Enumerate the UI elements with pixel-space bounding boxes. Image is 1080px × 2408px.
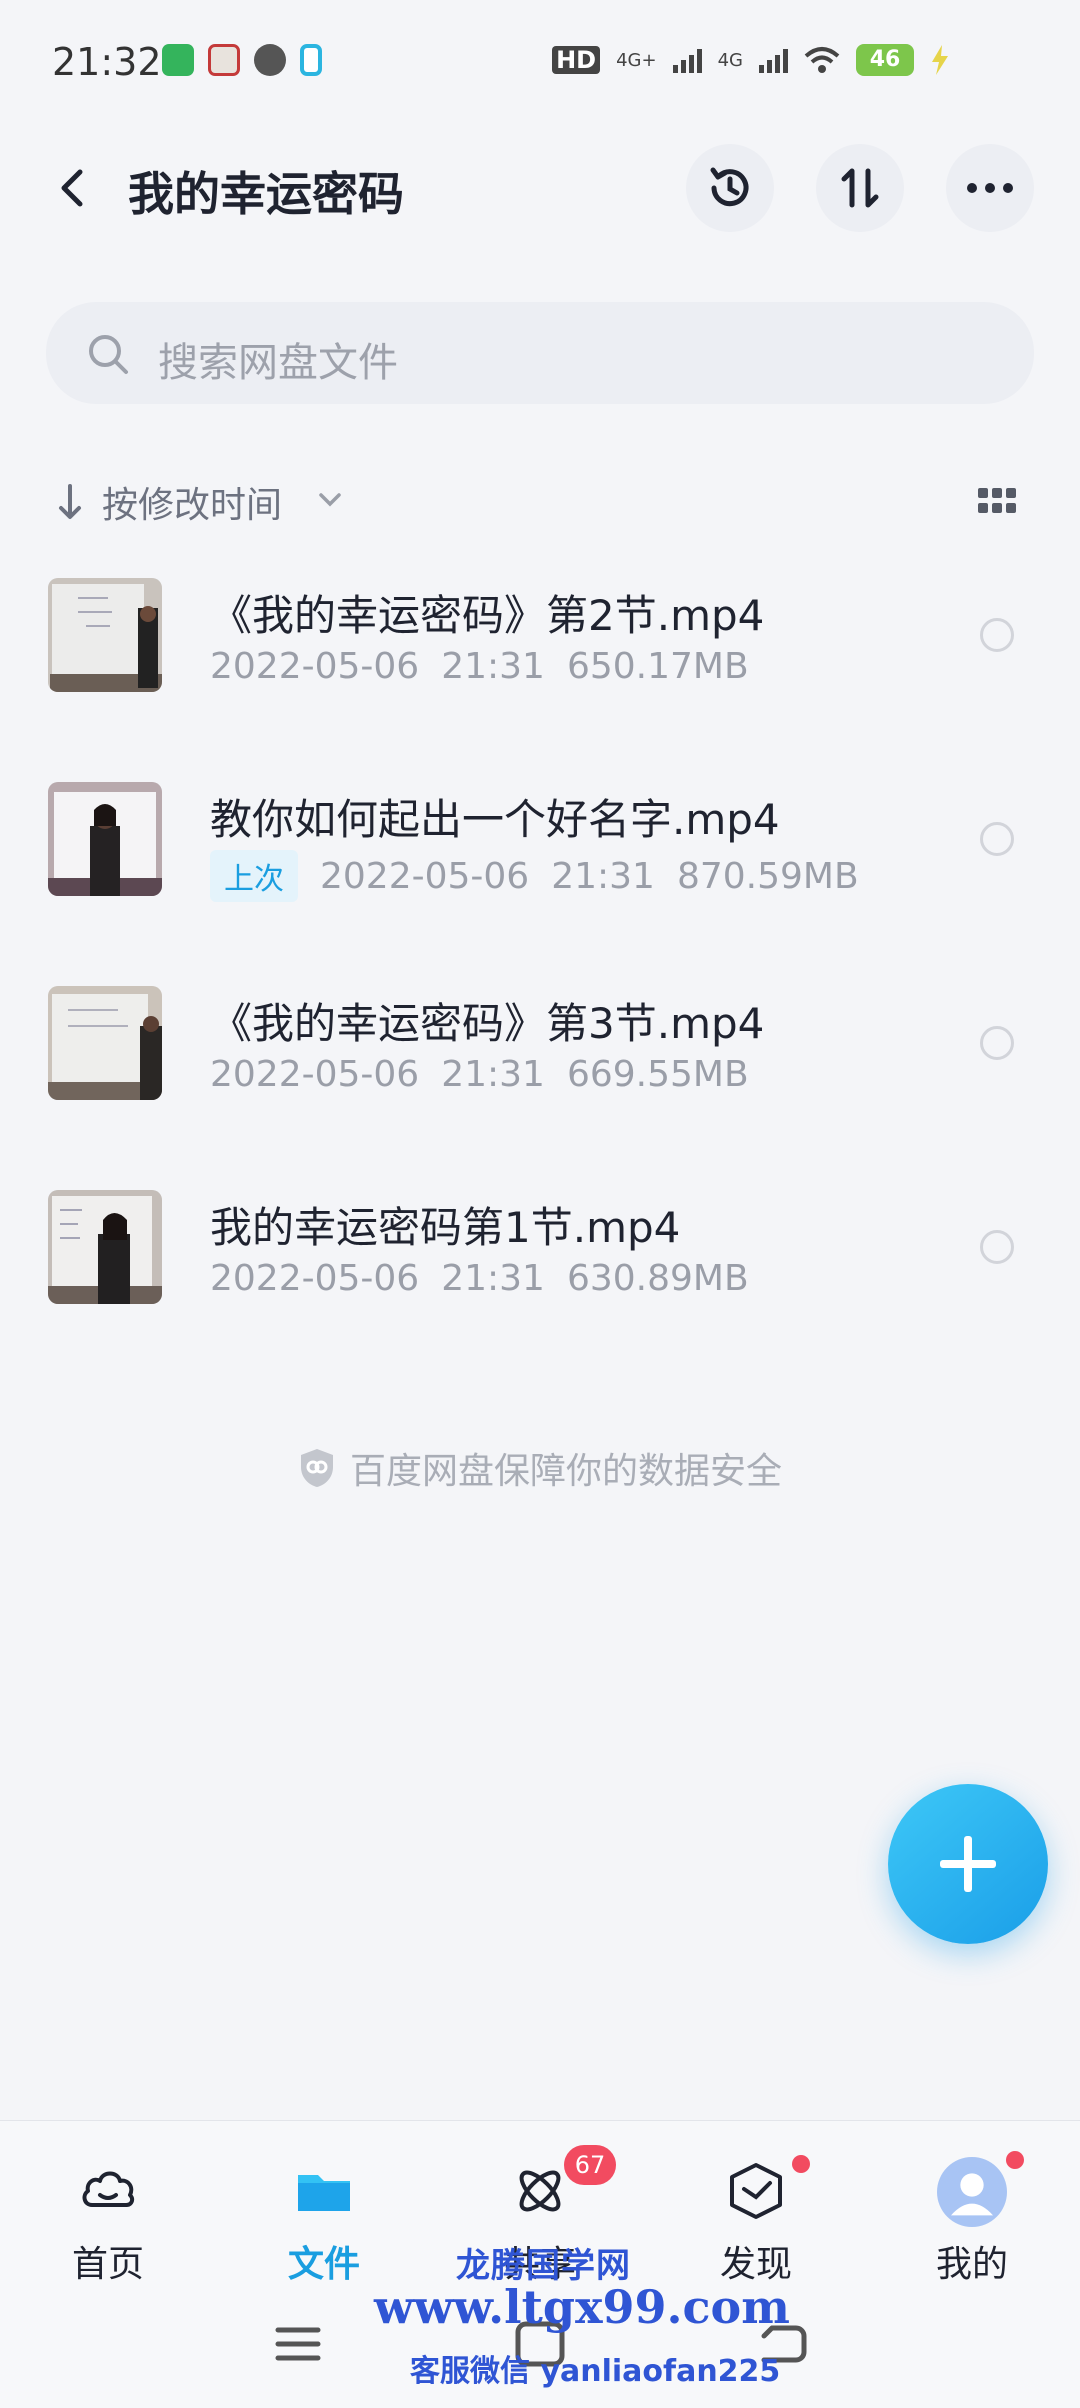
file-date: 2022-05-06 — [210, 1054, 420, 1095]
file-date: 2022-05-06 — [320, 855, 530, 897]
status-bar: 21:32 HD 4G+ 4G 46 — [0, 0, 1080, 120]
notification-count-badge: 67 — [564, 2145, 616, 2185]
app-notification-icon — [162, 44, 194, 76]
wifi-icon — [804, 47, 840, 73]
video-thumbnail — [48, 1190, 162, 1304]
list-item[interactable]: 《我的幸运密码》第2节.mp4 2022-05-06 21:31 650.17M… — [0, 578, 1080, 778]
safety-note: 百度网盘保障你的数据安全 — [0, 1442, 1080, 1494]
tab-me[interactable]: 我的 — [892, 2151, 1052, 2291]
discover-box-icon — [730, 2163, 782, 2219]
file-size: 870.59MB — [676, 855, 859, 897]
select-checkbox[interactable] — [980, 822, 1014, 856]
tab-files[interactable]: 文件 — [244, 2161, 404, 2291]
chevron-down-icon[interactable] — [318, 492, 342, 508]
file-size: 650.17MB — [566, 646, 749, 687]
file-time: 21:31 — [551, 855, 655, 897]
hd-label: HD — [552, 46, 601, 74]
status-time: 21:32 — [52, 40, 162, 84]
file-meta: 2022-05-06 21:31 650.17MB — [210, 646, 749, 687]
cloud-home-icon — [82, 2171, 135, 2207]
app-notification-icon — [300, 44, 322, 76]
list-item[interactable]: 教你如何起出一个好名字.mp4 上次 2022-05-06 21:31 870.… — [0, 782, 1080, 982]
network-4g-label: 4G — [717, 49, 743, 71]
video-thumbnail — [48, 578, 162, 692]
file-name: 教你如何起出一个好名字.mp4 — [210, 795, 780, 844]
recent-apps-icon[interactable] — [274, 2324, 322, 2364]
signal-icon — [672, 47, 702, 73]
status-app-icons — [162, 44, 322, 76]
share-atom-icon — [519, 2170, 561, 2212]
file-date: 2022-05-06 — [210, 1258, 420, 1299]
battery-indicator: 46 — [856, 44, 914, 76]
watermark-contact: 客服微信 yanliaofan225 — [410, 2354, 781, 2389]
history-button[interactable] — [686, 144, 774, 232]
file-time: 21:31 — [441, 646, 545, 687]
sort-row: 按修改时间 — [0, 470, 1080, 530]
file-name: 《我的幸运密码》第2节.mp4 — [210, 591, 765, 640]
app-notification-icon — [254, 44, 286, 76]
sort-order-button[interactable] — [816, 144, 904, 232]
folder-icon — [298, 2175, 350, 2211]
select-checkbox[interactable] — [980, 618, 1014, 652]
avatar-icon — [937, 2157, 1007, 2227]
list-item[interactable]: 《我的幸运密码》第3节.mp4 2022-05-06 21:31 669.55M… — [0, 986, 1080, 1186]
history-icon — [710, 167, 749, 207]
file-name: 《我的幸运密码》第3节.mp4 — [210, 999, 765, 1048]
charging-icon — [932, 45, 948, 75]
tab-home[interactable]: 首页 — [28, 2161, 188, 2291]
new-dot-badge — [1006, 2151, 1024, 2169]
file-time: 21:31 — [441, 1258, 545, 1299]
more-icon — [967, 183, 1013, 193]
new-dot-badge — [792, 2155, 810, 2173]
file-meta: 2022-05-06 21:31 669.55MB — [210, 1054, 749, 1095]
add-button[interactable] — [888, 1784, 1048, 1944]
file-meta: 上次 2022-05-06 21:31 870.59MB — [210, 850, 859, 902]
status-indicators: HD 4G+ 4G 46 — [552, 44, 950, 76]
search-input[interactable]: 搜索网盘文件 — [46, 302, 1034, 404]
last-viewed-badge: 上次 — [210, 850, 298, 902]
tab-home-label: 首页 — [71, 2244, 144, 2285]
network-4gplus-label: 4G+ — [616, 49, 657, 71]
page-title: 我的幸运密码 — [128, 167, 404, 221]
select-checkbox[interactable] — [980, 1026, 1014, 1060]
sort-label[interactable]: 按修改时间 — [102, 476, 282, 528]
signal-icon — [759, 47, 788, 73]
video-thumbnail — [48, 986, 162, 1100]
back-arrow-icon[interactable] — [50, 166, 94, 210]
grid-view-icon[interactable] — [978, 488, 1016, 514]
search-icon — [89, 335, 128, 374]
shield-icon — [300, 1449, 333, 1487]
file-size: 669.55MB — [566, 1054, 749, 1095]
page-header: 我的幸运密码 — [0, 140, 1080, 240]
file-name: 我的幸运密码第1节.mp4 — [210, 1203, 681, 1252]
tab-me-label: 我的 — [935, 2244, 1008, 2285]
video-thumbnail — [48, 782, 162, 896]
file-date: 2022-05-06 — [210, 646, 420, 687]
tab-discover[interactable]: 发现 — [676, 2155, 836, 2291]
watermark-url: www.ltgx99.com — [374, 2280, 790, 2334]
file-time: 21:31 — [441, 1054, 545, 1095]
file-meta: 2022-05-06 21:31 630.89MB — [210, 1258, 749, 1299]
more-button[interactable] — [946, 144, 1034, 232]
sort-down-arrow-icon[interactable] — [56, 482, 84, 522]
sort-order-icon — [841, 168, 879, 208]
file-size: 630.89MB — [566, 1258, 749, 1299]
search-placeholder: 搜索网盘文件 — [158, 340, 398, 386]
list-item[interactable]: 我的幸运密码第1节.mp4 2022-05-06 21:31 630.89MB — [0, 1190, 1080, 1390]
select-checkbox[interactable] — [980, 1230, 1014, 1264]
app-notification-icon — [208, 44, 240, 76]
safety-note-text: 百度网盘保障你的数据安全 — [349, 1451, 782, 1492]
